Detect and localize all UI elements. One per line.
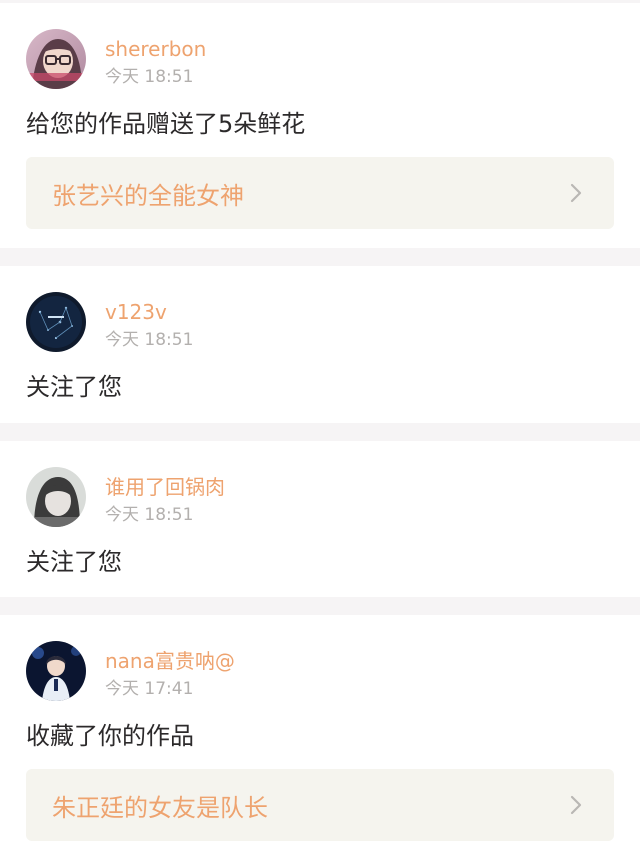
- notification-header: v123v 今天 18:51: [26, 292, 614, 354]
- avatar[interactable]: [26, 29, 86, 89]
- section-divider: [0, 248, 640, 266]
- username-link[interactable]: 谁用了回锅肉: [105, 476, 225, 498]
- timestamp: 今天 18:51: [105, 330, 194, 350]
- notification-header: 谁用了回锅肉 今天 18:51: [26, 467, 614, 529]
- timestamp: 今天 18:51: [105, 67, 194, 87]
- notification-action-text: 关注了您: [26, 373, 122, 401]
- user-meta: shererbon 今天 18:51: [105, 29, 206, 88]
- notification-card[interactable]: nana富贵呐@ 今天 17:41 收藏了你的作品 朱正廷的女友是队长: [0, 615, 640, 855]
- section-divider: [0, 423, 640, 441]
- work-title: 朱正廷的女友是队长: [52, 793, 268, 822]
- avatar-night-sky-icon: [26, 292, 86, 352]
- avatar-girl-glasses-icon: [26, 29, 86, 89]
- chevron-right-icon: [566, 182, 586, 204]
- user-meta: nana富贵呐@ 今天 17:41: [105, 641, 235, 700]
- user-meta: 谁用了回锅肉 今天 18:51: [105, 467, 225, 526]
- timestamp: 今天 17:41: [105, 679, 194, 699]
- chevron-right-icon: [566, 794, 586, 816]
- avatar[interactable]: [26, 292, 86, 352]
- avatar[interactable]: [26, 467, 86, 527]
- avatar-short-hair-girl-icon: [26, 467, 86, 527]
- username-link[interactable]: nana富贵呐@: [105, 650, 235, 672]
- notification-action-text: 收藏了你的作品: [26, 722, 194, 750]
- notification-header: nana富贵呐@ 今天 17:41: [26, 641, 614, 703]
- notification-card[interactable]: 谁用了回锅肉 今天 18:51 关注了您: [0, 441, 640, 597]
- notification-action-text: 关注了您: [26, 548, 122, 576]
- username-link[interactable]: shererbon: [105, 38, 206, 60]
- section-divider: [0, 597, 640, 615]
- avatar[interactable]: [26, 641, 86, 701]
- username-link[interactable]: v123v: [105, 301, 193, 323]
- work-link[interactable]: 朱正廷的女友是队长: [26, 769, 614, 841]
- work-link[interactable]: 张艺兴的全能女神: [26, 157, 614, 229]
- notification-card[interactable]: v123v 今天 18:51 关注了您: [0, 266, 640, 423]
- timestamp: 今天 18:51: [105, 505, 194, 525]
- avatar-singer-icon: [26, 641, 86, 701]
- user-meta: v123v 今天 18:51: [105, 292, 193, 351]
- notification-card[interactable]: shererbon 今天 18:51 给您的作品赠送了5朵鲜花 张艺兴的全能女神: [0, 3, 640, 248]
- notification-action-text: 给您的作品赠送了5朵鲜花: [26, 110, 306, 138]
- notification-header: shererbon 今天 18:51: [26, 29, 614, 91]
- work-title: 张艺兴的全能女神: [52, 181, 244, 210]
